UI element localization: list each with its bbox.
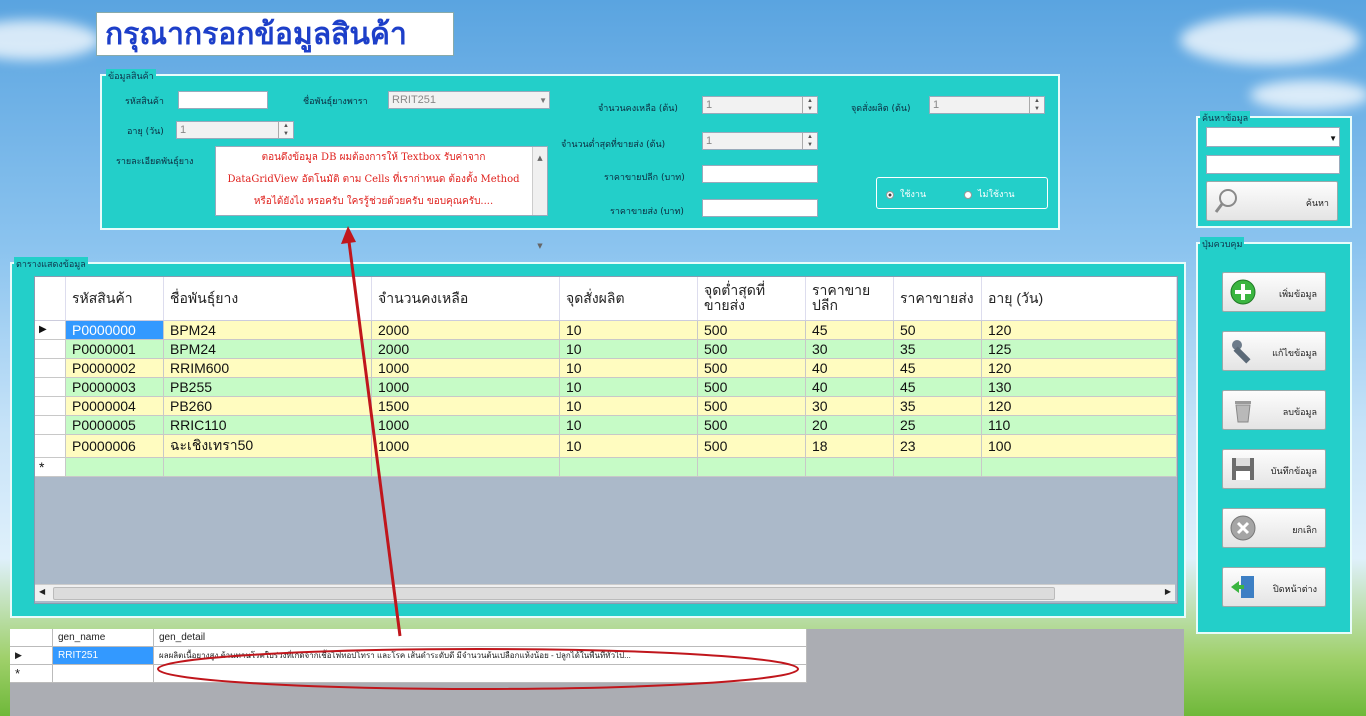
annotation-arrowhead — [341, 226, 356, 244]
annotation-arrow — [346, 233, 402, 637]
annotation-ellipse — [157, 648, 799, 690]
annotation-overlay — [157, 226, 799, 690]
